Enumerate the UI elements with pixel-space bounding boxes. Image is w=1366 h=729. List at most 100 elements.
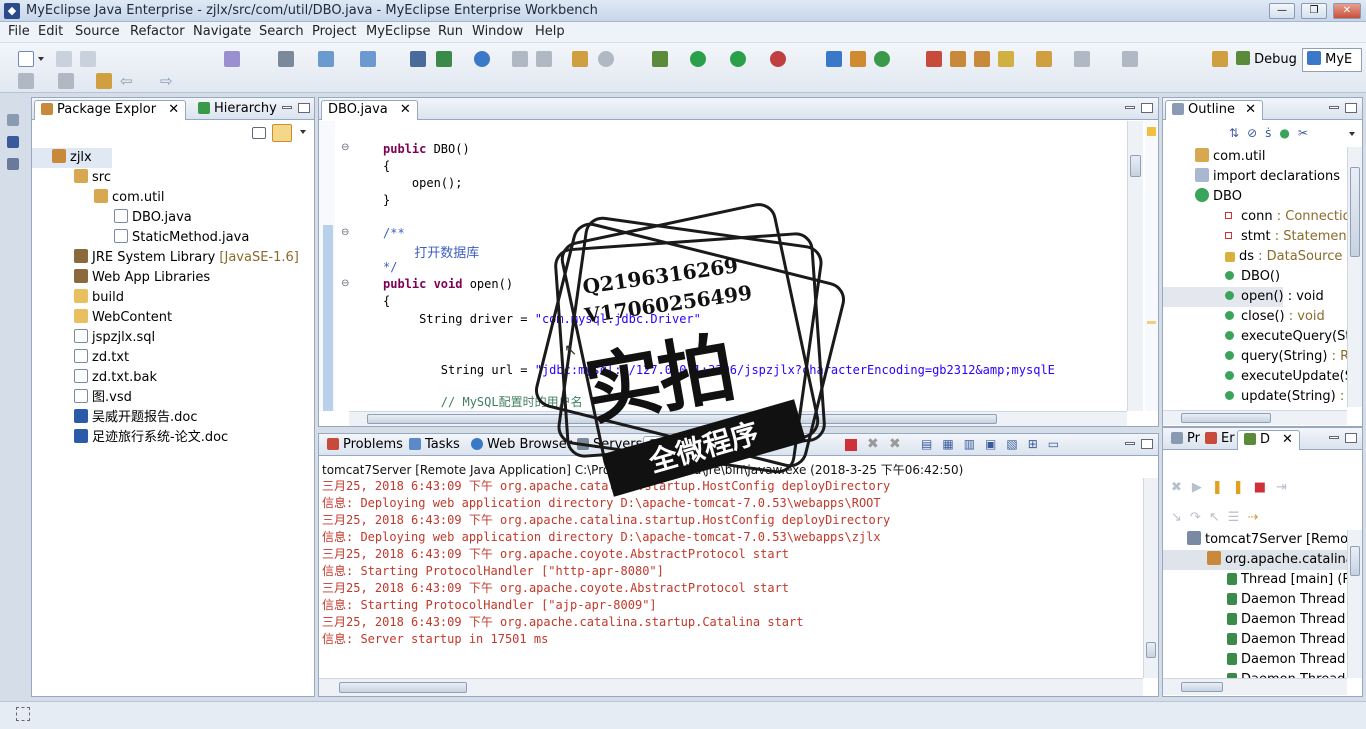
minimize-view-icon[interactable] <box>1125 442 1135 445</box>
tab-console[interactable]: Co ✕ <box>643 436 731 456</box>
outline-item-ds[interactable]: ds : DataSource <box>1163 247 1347 267</box>
menu-window[interactable]: Window <box>472 24 523 39</box>
step-return-icon[interactable]: ↖ <box>1209 510 1228 525</box>
tab-package-explorer[interactable]: Package Explor ✕ <box>34 100 187 120</box>
step-into-icon[interactable]: ↘ <box>1171 510 1190 525</box>
console-vertical-scrollbar[interactable] <box>1143 478 1158 678</box>
tree-item-doc-2[interactable]: 足迹旅行系统-论文.doc <box>32 428 314 448</box>
save-icon[interactable] <box>56 51 72 67</box>
display-console-icon[interactable]: ▭ <box>1048 437 1069 451</box>
tree-item-zd-txt-bak[interactable]: zd.txt.bak <box>32 368 314 388</box>
menu-search[interactable]: Search <box>259 24 304 39</box>
restore-view-icon[interactable] <box>7 114 19 126</box>
deploy-icon[interactable] <box>224 51 240 67</box>
outline-item-close[interactable]: close() : void <box>1163 307 1347 327</box>
link-editor-icon[interactable] <box>272 124 292 142</box>
maximize-view-icon[interactable] <box>1345 103 1357 113</box>
step-over-icon[interactable]: ↷ <box>1190 510 1209 525</box>
minimize-view-icon[interactable] <box>282 106 292 109</box>
close-tab-icon[interactable]: ✕ <box>713 438 724 453</box>
restore-button[interactable]: ❐ <box>1301 3 1327 19</box>
browser-icon[interactable] <box>474 51 490 67</box>
resume-icon[interactable]: ▶ <box>1192 480 1212 495</box>
new-java-project-icon[interactable] <box>826 51 842 67</box>
tab-web-browser[interactable]: Web Browser <box>465 436 578 456</box>
outline-item-executequery[interactable]: executeQuery(Str <box>1163 327 1347 347</box>
outline-item-executeupdate[interactable]: executeUpdate(S <box>1163 367 1347 387</box>
minimize-view-icon[interactable] <box>1329 106 1339 109</box>
run-icon[interactable] <box>690 51 706 67</box>
maximize-view-icon[interactable] <box>298 103 310 113</box>
new-package-icon[interactable] <box>850 51 866 67</box>
debug-item-thread[interactable]: Daemon Thread <box>1163 590 1347 610</box>
menu-project[interactable]: Project <box>312 24 356 39</box>
cut-icon[interactable] <box>512 51 528 67</box>
last-edit-icon[interactable] <box>96 73 112 89</box>
outline-item-open[interactable]: open() : void <box>1163 287 1324 307</box>
scroll-thumb[interactable] <box>1181 682 1223 692</box>
close-tab-icon[interactable]: ✕ <box>168 102 179 117</box>
tree-item-webcontent[interactable]: WebContent <box>32 308 314 328</box>
publish-icon[interactable] <box>436 51 452 67</box>
views-icon[interactable] <box>7 158 19 170</box>
tab-problems[interactable]: Problems <box>321 436 409 456</box>
tree-item-jspzjlx-sql[interactable]: jspzjlx.sql <box>32 328 314 348</box>
maximize-editor-icon[interactable] <box>1141 103 1153 113</box>
pin-icon[interactable] <box>1074 51 1090 67</box>
fold-icon[interactable]: ⊖ <box>341 227 349 238</box>
console-output[interactable]: 三月25, 2018 6:43:09 下午 org.apache.catalin… <box>319 478 1145 678</box>
scroll-thumb[interactable] <box>1146 642 1156 658</box>
suspend-icon[interactable]: ❚❚ <box>1212 480 1254 495</box>
copy-icon[interactable] <box>536 51 552 67</box>
outline-item-query[interactable]: query(String) : Re <box>1163 347 1347 367</box>
console-horizontal-scrollbar[interactable] <box>319 678 1143 696</box>
tab-debug[interactable]: D ✕ <box>1237 430 1300 450</box>
scroll-thumb[interactable] <box>1350 546 1360 576</box>
tree-item-zd-txt[interactable]: zd.txt <box>32 348 314 368</box>
menu-myeclipse[interactable]: MyEclipse <box>366 24 431 39</box>
hide-static-icon[interactable]: ṡ <box>1265 126 1279 140</box>
outline-horizontal-scrollbar[interactable] <box>1163 410 1347 425</box>
navigator-icon[interactable] <box>7 136 19 148</box>
open-console-icon[interactable]: ⊞ <box>1028 437 1048 451</box>
sort-icon[interactable]: ⇅ <box>1229 126 1247 140</box>
menu-refactor[interactable]: Refactor <box>130 24 185 39</box>
hide-local-types-icon[interactable]: ✂ <box>1298 126 1316 140</box>
myeclipse-perspective[interactable]: MyE <box>1302 48 1362 72</box>
tab-dbo-java[interactable]: DBO.java ✕ <box>321 100 418 120</box>
editor-icon[interactable] <box>1122 51 1138 67</box>
editor-vertical-scrollbar[interactable] <box>1127 121 1143 411</box>
debug-icon[interactable] <box>652 51 668 67</box>
tree-item-zjlx[interactable]: zjlx <box>32 148 112 168</box>
terminate-icon[interactable]: ■ <box>1254 480 1276 495</box>
minimize-view-icon[interactable] <box>1329 436 1339 439</box>
menu-help[interactable]: Help <box>535 24 565 39</box>
wizard-icon[interactable] <box>318 51 334 67</box>
hide-nonpublic-icon[interactable]: ● <box>1279 126 1297 140</box>
scroll-thumb[interactable] <box>339 682 467 693</box>
disconnect-icon[interactable]: ⇥ <box>1276 480 1297 495</box>
word-wrap-icon[interactable]: ▧ <box>1006 437 1027 451</box>
folder-arrow-icon[interactable] <box>1036 51 1052 67</box>
pin-console-icon[interactable]: ▣ <box>985 437 1006 451</box>
clear-console-icon[interactable]: ▤ <box>921 437 942 451</box>
outline-vertical-scrollbar[interactable] <box>1347 147 1362 407</box>
tree-item-com-util[interactable]: com.util <box>32 188 314 208</box>
menu-edit[interactable]: Edit <box>38 24 63 39</box>
hide-fields-icon[interactable]: ⊘ <box>1247 126 1265 140</box>
show-on-output-icon[interactable]: ▥ <box>964 437 985 451</box>
tree-item-jre-library[interactable]: JRE System Library [JavaSE-1.6] <box>32 248 314 268</box>
tree-item-staticmethod-java[interactable]: StaticMethod.java <box>32 228 314 248</box>
debug-item-thread[interactable]: Daemon Thread <box>1163 650 1347 670</box>
outline-item-conn[interactable]: conn : Connectio <box>1163 207 1347 227</box>
remove-all-icon[interactable]: ✖ <box>889 436 901 452</box>
step-filters-icon[interactable]: ⇢ <box>1247 510 1266 525</box>
scroll-thumb[interactable] <box>367 414 997 424</box>
debug-horizontal-scrollbar[interactable] <box>1163 678 1347 695</box>
outline-item-stmt[interactable]: stmt : Statement <box>1163 227 1347 247</box>
fast-view-icon[interactable] <box>16 707 30 721</box>
menu-source[interactable]: Source <box>75 24 120 39</box>
close-tab-icon[interactable]: ✕ <box>1245 102 1256 117</box>
fold-icon[interactable]: ⊖ <box>341 142 349 153</box>
run-coverage-icon[interactable] <box>730 51 746 67</box>
